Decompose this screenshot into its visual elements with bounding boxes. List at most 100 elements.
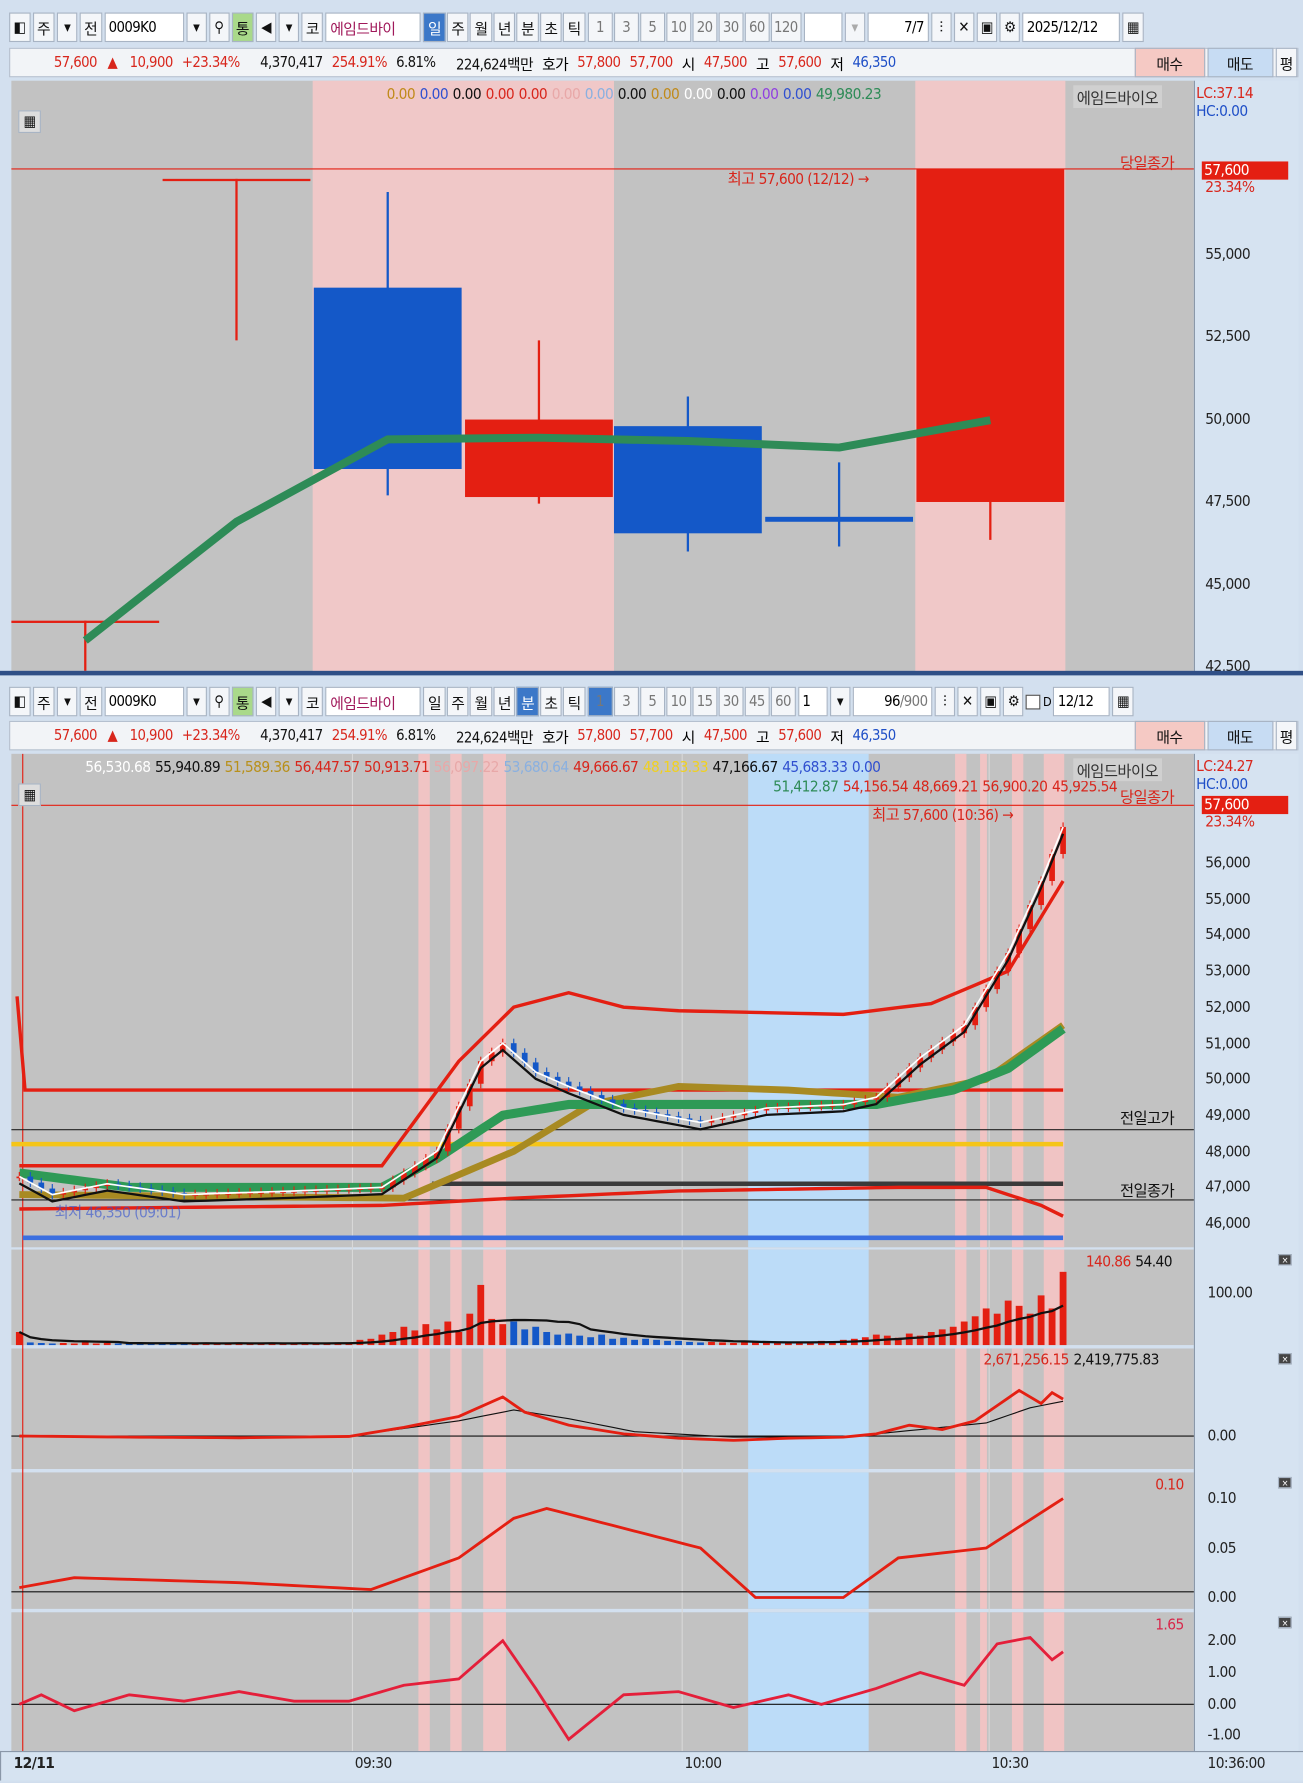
interval-tab-6[interactable]: 45 bbox=[744, 686, 770, 717]
d-checkbox[interactable] bbox=[1025, 694, 1041, 709]
period-tab-0[interactable]: 일 bbox=[423, 686, 446, 717]
code-input[interactable]: 0009K0 bbox=[104, 686, 184, 717]
d-checkbox-label: D bbox=[1042, 694, 1052, 709]
stock-name-field[interactable]: 에임드바이 bbox=[325, 12, 422, 43]
interval-tab-5[interactable]: 30 bbox=[718, 12, 744, 43]
calendar-icon[interactable]: ▦ bbox=[1112, 686, 1134, 717]
panel-toggle-icon[interactable]: ◧ bbox=[9, 12, 31, 43]
crosshair-icon[interactable]: ✕ bbox=[953, 12, 974, 43]
legend-value: 140.86 bbox=[1085, 1252, 1131, 1272]
period-tab-6[interactable]: 틱 bbox=[563, 12, 586, 43]
prev-high-line-label: 전일고가 bbox=[1119, 1109, 1175, 1128]
tong-button[interactable]: 통 bbox=[231, 686, 254, 717]
date-field[interactable]: 2025/12/12 bbox=[1022, 12, 1121, 43]
interval-tab-3[interactable]: 10 bbox=[665, 686, 691, 717]
count-field[interactable]: 96/900 bbox=[852, 686, 933, 717]
speaker-dropdown-icon[interactable]: ▾ bbox=[278, 12, 299, 43]
period-tab-2[interactable]: 월 bbox=[470, 12, 493, 43]
period-tab-1[interactable]: 주 bbox=[446, 686, 469, 717]
calendar-icon[interactable]: ▦ bbox=[1122, 12, 1144, 43]
sell-button[interactable]: 매도 bbox=[1206, 47, 1273, 78]
prev-button[interactable]: 전 bbox=[79, 12, 102, 43]
mode-dropdown-icon[interactable]: ▾ bbox=[56, 686, 78, 717]
interval-tab-7[interactable]: 120 bbox=[770, 12, 802, 43]
interval-tab-6[interactable]: 60 bbox=[744, 12, 770, 43]
highlight-band bbox=[1043, 1612, 1065, 1751]
code-input[interactable]: 0009K0 bbox=[104, 12, 184, 43]
search-icon[interactable]: ⚲ bbox=[208, 12, 230, 43]
buy-button[interactable]: 매수 bbox=[1134, 720, 1205, 751]
period-tab-1[interactable]: 주 bbox=[446, 12, 469, 43]
grid-toggle-icon[interactable]: ▦ bbox=[18, 783, 41, 807]
mode-select[interactable]: 주 bbox=[32, 12, 55, 43]
period-tab-4[interactable]: 분 bbox=[516, 12, 539, 43]
gear-icon[interactable]: ⚙ bbox=[999, 12, 1021, 43]
market-button[interactable]: 코 bbox=[301, 12, 324, 43]
market-button[interactable]: 코 bbox=[301, 686, 324, 717]
eval-button[interactable]: 평 bbox=[1275, 720, 1298, 751]
interval-tab-2[interactable]: 5 bbox=[639, 12, 665, 43]
period-tab-3[interactable]: 년 bbox=[493, 12, 516, 43]
legend-value: 0.00 bbox=[650, 85, 680, 104]
interval-select[interactable] bbox=[803, 12, 843, 43]
ind5-close-icon[interactable]: × bbox=[1277, 1616, 1292, 1629]
count-field[interactable]: 7/7 bbox=[867, 12, 929, 43]
eval-button[interactable]: 평 bbox=[1275, 47, 1298, 78]
period-tab-4[interactable]: 분 bbox=[516, 686, 539, 717]
volume-bar bbox=[389, 1331, 397, 1346]
count-total: /900 bbox=[899, 693, 928, 711]
interval-tab-1[interactable]: 3 bbox=[613, 686, 639, 717]
ind4-close-icon[interactable]: × bbox=[1277, 1476, 1292, 1489]
low-price: 46,350 bbox=[852, 54, 897, 72]
bid-price: 57,700 bbox=[629, 727, 673, 745]
period-tab-3[interactable]: 년 bbox=[493, 686, 516, 717]
interval-tab-2[interactable]: 5 bbox=[639, 686, 665, 717]
tong-button[interactable]: 통 bbox=[231, 12, 254, 43]
interval-tab-0[interactable]: 1 bbox=[587, 686, 613, 717]
panel-divider[interactable] bbox=[0, 670, 1303, 676]
speaker-dropdown-icon[interactable]: ▾ bbox=[278, 686, 299, 717]
code-dropdown-icon[interactable]: ▾ bbox=[185, 686, 207, 717]
period-tab-2[interactable]: 월 bbox=[470, 686, 493, 717]
code-dropdown-icon[interactable]: ▾ bbox=[185, 12, 207, 43]
speaker-icon[interactable]: ◀︎ bbox=[255, 686, 277, 717]
period-tab-5[interactable]: 초 bbox=[539, 686, 562, 717]
panel-toggle-icon[interactable]: ◧ bbox=[9, 686, 31, 717]
interval-dropdown-icon[interactable]: ▾ bbox=[844, 12, 865, 43]
interval-select[interactable]: 1 bbox=[797, 686, 828, 717]
speaker-icon[interactable]: ◀︎ bbox=[255, 12, 277, 43]
date-field[interactable]: 12/12 bbox=[1053, 686, 1111, 717]
period-tab-5[interactable]: 초 bbox=[539, 12, 562, 43]
search-icon[interactable]: ⚲ bbox=[208, 686, 230, 717]
interval-tab-0[interactable]: 1 bbox=[587, 12, 613, 43]
macd-close-icon[interactable]: × bbox=[1277, 1353, 1292, 1365]
interval-tab-7[interactable]: 60 bbox=[770, 686, 796, 717]
volume-bar bbox=[598, 1334, 606, 1346]
candle-type-icon[interactable]: ⫶ bbox=[934, 686, 955, 717]
interval-tab-4[interactable]: 15 bbox=[692, 686, 718, 717]
interval-tab-5[interactable]: 30 bbox=[718, 686, 744, 717]
save-icon[interactable]: ▣ bbox=[976, 12, 998, 43]
y-tick-label: 100.00 bbox=[1207, 1283, 1253, 1302]
mode-select[interactable]: 주 bbox=[32, 686, 55, 717]
save-icon[interactable]: ▣ bbox=[979, 686, 1001, 717]
x-axis-end: 10:36:00 bbox=[1207, 1754, 1265, 1773]
interval-tab-1[interactable]: 3 bbox=[613, 12, 639, 43]
grid-toggle-icon[interactable]: ▦ bbox=[18, 110, 41, 134]
volume-close-icon[interactable]: × bbox=[1277, 1254, 1292, 1266]
interval-dropdown-icon[interactable]: ▾ bbox=[829, 686, 851, 717]
crosshair-icon[interactable]: ✕ bbox=[957, 686, 978, 717]
prev-button[interactable]: 전 bbox=[79, 686, 102, 717]
x-tick-1030: 10:30 bbox=[991, 1754, 1029, 1773]
gear-icon[interactable]: ⚙ bbox=[1003, 686, 1024, 717]
buy-button[interactable]: 매수 bbox=[1134, 47, 1205, 78]
candle-type-icon[interactable]: ⫶ bbox=[930, 12, 952, 43]
interval-tab-4[interactable]: 20 bbox=[692, 12, 718, 43]
legend-value: 56,530.68 bbox=[85, 758, 151, 777]
period-tab-0[interactable]: 일 bbox=[423, 12, 446, 43]
mode-dropdown-icon[interactable]: ▾ bbox=[56, 12, 78, 43]
interval-tab-3[interactable]: 10 bbox=[665, 12, 691, 43]
stock-name-field[interactable]: 에임드바이 bbox=[325, 686, 422, 717]
sell-button[interactable]: 매도 bbox=[1206, 720, 1273, 751]
period-tab-6[interactable]: 틱 bbox=[563, 686, 586, 717]
